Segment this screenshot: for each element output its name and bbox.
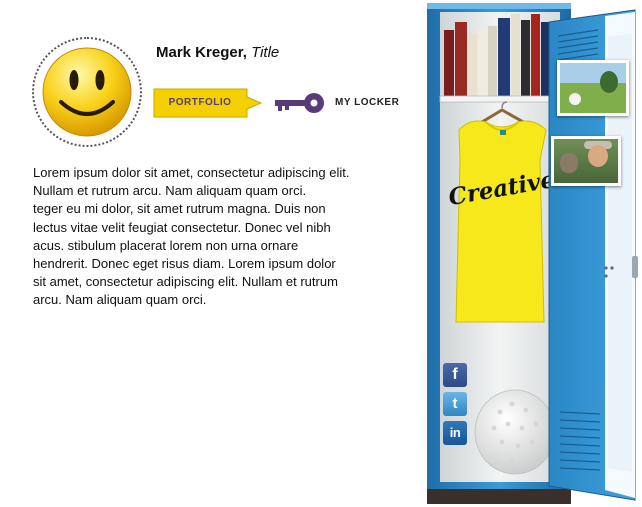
golf-course-photo [557,60,629,116]
facebook-icon[interactable]: f [443,363,467,387]
linkedin-icon[interactable]: in [443,421,467,445]
my-locker-label: MY LOCKER [335,97,400,108]
smiley-face-icon [42,47,132,137]
portfolio-label: PORTFOLIO [168,97,232,108]
caddyshack-photo [551,136,621,186]
portfolio-button[interactable]: PORTFOLIO [153,88,263,118]
avatar [32,37,142,147]
profile-name: Mark Kreger, Title [156,44,279,61]
twitter-icon[interactable]: t [443,392,467,416]
photo-golf-ball [569,93,581,105]
profile-name-text: Mark Kreger, [156,44,247,61]
photo-face [588,145,608,167]
bio-text: Lorem ipsum dolor sit amet, consectetur … [33,165,350,308]
profile-title: Title [251,44,280,61]
photo-tree [600,71,618,93]
key-icon [275,93,324,113]
photo-gopher [560,153,578,173]
